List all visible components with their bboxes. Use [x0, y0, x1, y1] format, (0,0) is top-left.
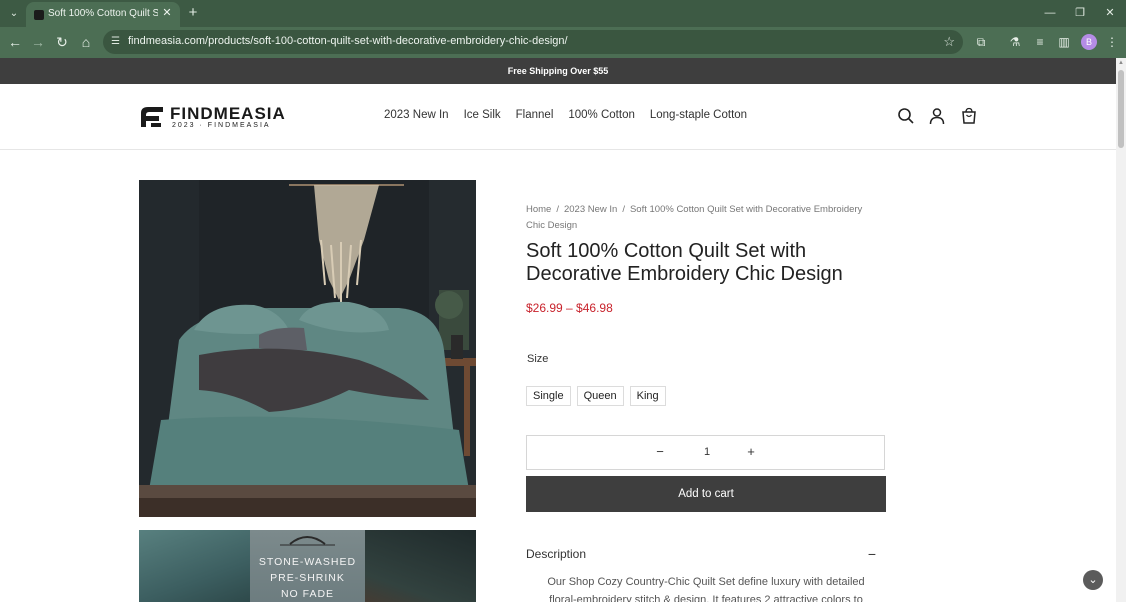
thumbnail-2[interactable]: STONE-WASHED PRE-SHRINK NO FADE [250, 530, 365, 602]
tab-search-icon[interactable]: ⌄ [4, 4, 24, 24]
size-options: Single Queen King [526, 386, 672, 406]
size-option-queen[interactable]: Queen [576, 386, 624, 406]
add-to-cart-button[interactable]: Add to cart [526, 476, 886, 512]
restore-icon[interactable]: ❐ [1072, 5, 1088, 21]
thumbnail-overlay-text: STONE-WASHED PRE-SHRINK NO FADE [250, 554, 365, 602]
browser-tab-active[interactable]: Soft 100% Cotton Quilt Set with Decorati… [26, 2, 180, 27]
description-text: Our Shop Cozy Country-Chic Quilt Set def… [547, 576, 865, 602]
extensions-icon[interactable]: ⧉ [973, 34, 989, 50]
window-close-icon[interactable]: ✕ [1102, 5, 1118, 21]
page-scrollbar[interactable]: ▲ [1116, 58, 1126, 602]
minimize-icon[interactable]: — [1042, 5, 1058, 21]
address-bar[interactable]: ☰ findmeasia.com/products/soft-100-cotto… [103, 30, 963, 54]
profile-avatar[interactable]: B [1081, 34, 1097, 50]
product-price: $26.99 – $46.98 [526, 301, 613, 315]
forward-icon[interactable]: → [29, 33, 47, 51]
breadcrumb-home[interactable]: Home [526, 204, 551, 215]
nav-item-long-staple[interactable]: Long-staple Cotton [650, 109, 747, 121]
back-icon[interactable]: ← [6, 33, 24, 51]
browser-menu-icon[interactable]: ⋮ [1104, 34, 1120, 50]
announcement-bar: Free Shipping Over $55 [0, 58, 1116, 84]
cart-icon[interactable] [960, 107, 978, 125]
logo-mark-icon [141, 107, 163, 127]
nav-item-cotton[interactable]: 100% Cotton [568, 109, 635, 121]
browser-tabbar: ⌄ Soft 100% Cotton Quilt Set with Decora… [0, 0, 1126, 27]
url-text[interactable]: findmeasia.com/products/soft-100-cotton-… [128, 35, 568, 47]
quantity-input[interactable]: 1 [699, 446, 715, 458]
side-panel-icon[interactable]: ▥ [1056, 34, 1072, 50]
product-title: Soft 100% Cotton Quilt Set with Decorati… [526, 240, 843, 285]
ornament-icon [280, 536, 335, 546]
chat-widget-icon[interactable]: ⌄ [1083, 570, 1103, 590]
tab-title: Soft 100% Cotton Quilt Set with Decorati… [48, 8, 158, 19]
reload-icon[interactable]: ↻ [53, 33, 71, 51]
breadcrumb: Home/2023 New In / Soft 100% Cotton Quilt … [526, 202, 876, 234]
logo-name: FINDMEASIA [170, 104, 286, 123]
logo-tagline: 2023 · FINDMEASIA [172, 122, 271, 129]
scroll-up-icon[interactable]: ▲ [1118, 60, 1124, 66]
new-tab-icon[interactable]: + [185, 5, 201, 21]
site-header: FINDMEASIA 2023 · FINDMEASIA 2023 New In… [0, 84, 1116, 150]
site-logo[interactable]: FINDMEASIA 2023 · FINDMEASIA [139, 103, 291, 131]
search-icon[interactable] [897, 107, 915, 125]
quantity-stepper: − 1 + [526, 435, 885, 470]
size-label: Size [527, 353, 549, 365]
media-icon[interactable]: ≡ [1032, 34, 1048, 50]
minus-icon[interactable]: − [653, 445, 667, 459]
main-navigation: 2023 New In Ice Silk Flannel 100% Cotton… [384, 109, 762, 121]
description-toggle[interactable]: Description − [526, 546, 876, 564]
thumbnail-3[interactable] [365, 530, 476, 602]
thumbnail-1[interactable] [139, 530, 250, 602]
collapse-icon[interactable]: − [868, 546, 876, 562]
nav-item-new-in[interactable]: 2023 New In [384, 109, 449, 121]
product-thumbnails: STONE-WASHED PRE-SHRINK NO FADE [139, 530, 476, 602]
nav-item-flannel[interactable]: Flannel [516, 109, 554, 121]
scrollbar-thumb[interactable] [1118, 70, 1124, 148]
product-photo [139, 180, 476, 517]
tab-close-icon[interactable]: ✕ [160, 6, 174, 20]
account-icon[interactable] [928, 107, 946, 125]
site-info-icon[interactable]: ☰ [111, 36, 123, 48]
browser-toolbar: ← → ↻ ⌂ ☰ findmeasia.com/products/soft-1… [0, 27, 1126, 58]
bookmark-star-icon[interactable]: ☆ [943, 34, 955, 50]
site-favicon-icon [34, 10, 44, 20]
size-option-single[interactable]: Single [526, 386, 571, 406]
breadcrumb-separator: / [622, 204, 625, 215]
plus-icon[interactable]: + [744, 445, 758, 459]
nav-item-ice-silk[interactable]: Ice Silk [464, 109, 501, 121]
page-viewport: Free Shipping Over $55 FINDMEASIA 2023 ·… [0, 58, 1116, 602]
overlay-line-1: STONE-WASHED [258, 556, 357, 568]
breadcrumb-category[interactable]: 2023 New In [564, 204, 617, 215]
overlay-line-3: NO FADE [280, 588, 335, 600]
product-main-image[interactable] [139, 180, 476, 517]
description-title: Description [526, 547, 587, 561]
breadcrumb-separator: / [556, 204, 559, 215]
size-option-king[interactable]: King [629, 386, 666, 406]
labs-icon[interactable]: ⚗ [1007, 34, 1023, 50]
overlay-line-2: PRE-SHRINK [270, 572, 345, 584]
home-icon[interactable]: ⌂ [77, 33, 95, 51]
